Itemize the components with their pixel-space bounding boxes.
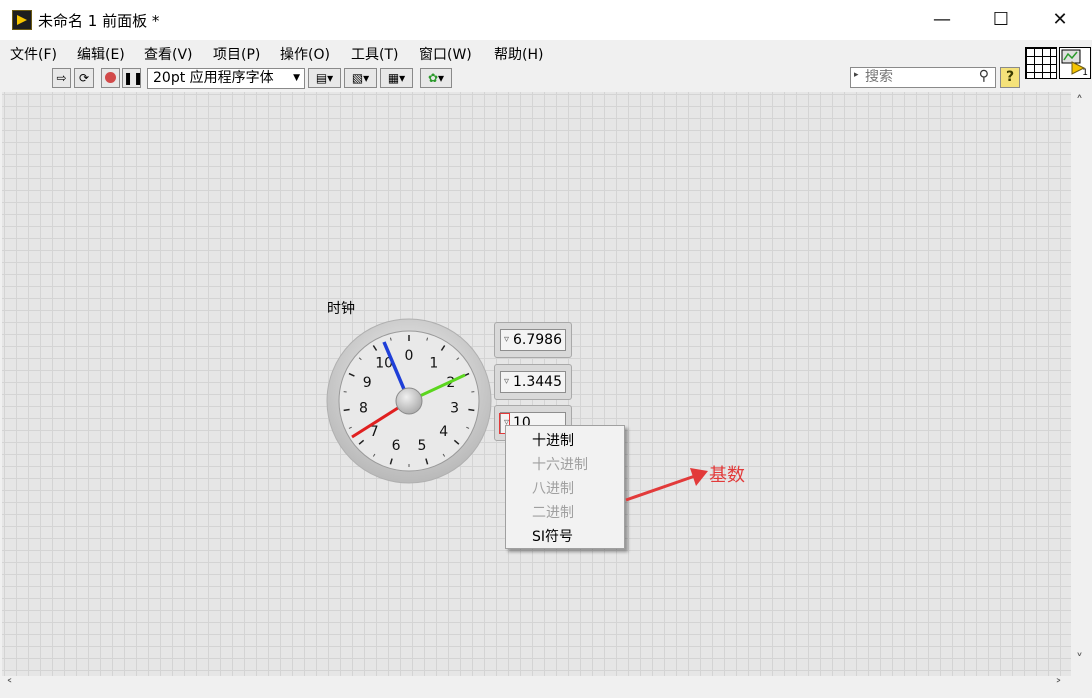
menu-tools[interactable]: 工具(T) [351,44,398,64]
vi-icon[interactable]: 1 [1059,47,1091,79]
clock-tick [468,408,475,412]
font-select-value: 20pt 应用程序字体 [153,70,274,86]
numeric-value: 1.3445 [513,374,562,390]
annotation-arrow-icon [625,468,708,502]
radix-icon[interactable]: ▿ [504,376,509,387]
clock-number: 3 [450,401,459,417]
menu-project[interactable]: 项目(P) [213,44,260,64]
clock-gauge[interactable]: 012345678910 [325,318,493,486]
scroll-right-icon[interactable]: ˃ [1055,678,1062,694]
menu-view[interactable]: 查看(V) [144,44,193,64]
clock-number: 1 [429,355,438,371]
reorder-icon[interactable]: ✿▾ [420,68,452,88]
run-continuously-icon[interactable]: ⟳ [74,68,94,88]
menu-window[interactable]: 窗口(W) [419,44,472,64]
menu-help[interactable]: 帮助(H) [494,44,543,64]
search-input[interactable] [865,69,965,85]
clock-number: 6 [392,438,401,454]
clock-number: 5 [417,438,426,454]
numeric-indicator-1[interactable]: ▿ 6.7986 [494,322,572,358]
numeric-indicator-2[interactable]: ▿ 1.3445 [494,364,572,400]
radix-icon[interactable]: ▿ [504,334,509,345]
menu-item-octal: 八进制 [532,481,574,497]
scroll-left-icon[interactable]: ˂ [6,678,13,694]
chevron-down-icon: ▼ [293,73,300,83]
menu-operate[interactable]: 操作(O) [280,44,330,64]
clock-tick [343,408,350,412]
clock-number: 9 [363,375,372,391]
maximize-button[interactable]: ☐ [978,0,1024,40]
distribute-objects-icon[interactable]: ▧▾ [344,68,377,88]
scroll-up-icon[interactable]: ˄ [1076,94,1083,110]
scroll-down-icon[interactable]: ˅ [1076,652,1083,668]
font-select[interactable]: 20pt 应用程序字体 ▼ [147,68,305,89]
align-objects-icon[interactable]: ▤▾ [308,68,341,88]
menu-file[interactable]: 文件(F) [10,44,57,64]
numeric-field: ▿ 1.3445 [500,371,566,393]
close-button[interactable]: ✕ [1037,0,1083,40]
clock-hub [395,387,423,415]
minimize-button[interactable]: — [919,0,965,40]
search-box[interactable]: ▸ ⚲ [850,67,996,88]
resize-objects-icon[interactable]: ▦▾ [380,68,413,88]
pause-icon[interactable]: ❚❚ [122,68,143,88]
labview-app-icon[interactable] [12,10,32,30]
numeric-field: ▿ 6.7986 [500,329,566,351]
annotation-label: 基数 [709,465,745,486]
abort-icon[interactable] [101,68,120,88]
menu-item-decimal[interactable]: 十进制 [532,430,574,450]
menu-item-binary: 二进制 [532,505,574,521]
search-icon[interactable]: ⚲ [979,68,989,84]
clock-number: 0 [405,348,414,364]
horizontal-scrollbar[interactable]: ˂ ˃ [0,677,1072,698]
menu-edit[interactable]: 编辑(E) [77,44,125,64]
menu-item-si-notation[interactable]: SI符号 [532,526,573,546]
numeric-value: 6.7986 [513,332,562,348]
vi-icon-number: 1 [1082,68,1088,78]
clock-number: 8 [359,401,368,417]
clock-label: 时钟 [327,301,355,317]
menu-item-hex: 十六进制 [532,457,588,473]
vertical-scrollbar[interactable]: ˄ ˅ [1072,92,1092,676]
search-arrow-icon: ▸ [854,70,859,80]
clock-number: 4 [439,424,448,440]
radix-context-menu: 十进制 十六进制 八进制 二进制 SI符号 [505,425,625,549]
window-title: 未命名 1 前面板 * [38,12,160,30]
run-arrow-icon[interactable]: ⇨ [52,68,71,88]
context-help-button[interactable]: ? [1000,67,1020,88]
connector-pane[interactable] [1025,47,1057,79]
